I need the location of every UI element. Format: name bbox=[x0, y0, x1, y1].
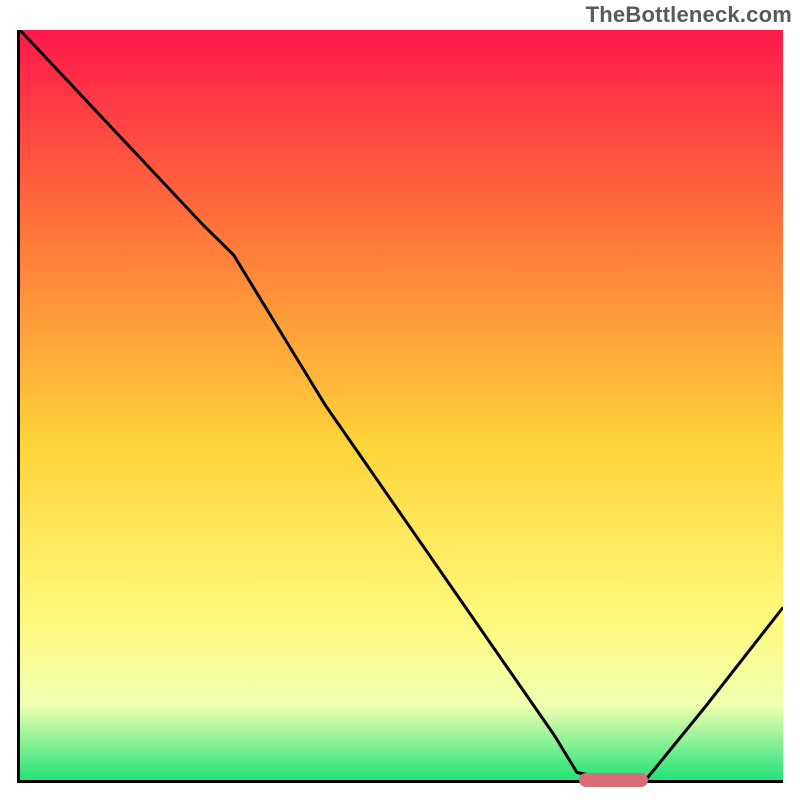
bottleneck-curve bbox=[20, 30, 783, 780]
optimal-range-marker bbox=[579, 773, 648, 787]
plot-area bbox=[17, 30, 783, 783]
watermark-text: TheBottleneck.com bbox=[586, 2, 792, 28]
